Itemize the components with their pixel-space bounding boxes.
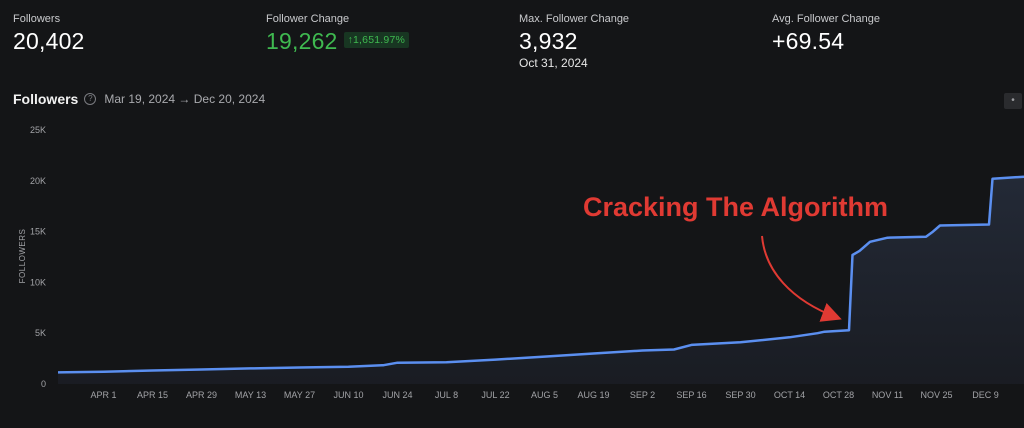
followers-chart: 0 5K 10K 15K 20K 25K APR 1 APR 15 APR 29 MAY 13 M… [18, 125, 1024, 400]
x-tick-label: NOV 25 [920, 390, 952, 400]
x-tick-label: JUN 24 [382, 390, 412, 400]
annotation-arrow [761, 235, 842, 322]
y-tick-label: 15K [30, 227, 46, 237]
x-tick-label: OCT 28 [823, 390, 854, 400]
x-tick-label: AUG 19 [577, 390, 609, 400]
x-tick-label: OCT 14 [774, 390, 805, 400]
x-tick-label: APR 29 [186, 390, 217, 400]
x-tick-label: DEC 9 [972, 390, 999, 400]
y-tick-label: 0 [41, 379, 46, 389]
y-axis-label: FOLLOWERS [18, 229, 27, 284]
x-tick-label: AUG 5 [531, 390, 558, 400]
x-tick-label: JUN 10 [333, 390, 363, 400]
x-tick-label: NOV 11 [872, 390, 903, 400]
y-tick-label: 10K [30, 277, 46, 287]
x-tick-label: SEP 16 [676, 390, 706, 400]
x-tick-label: MAY 27 [284, 390, 315, 400]
annotation-text: Cracking The Algorithm [583, 192, 888, 222]
x-tick-label: JUL 22 [481, 390, 509, 400]
x-tick-label: APR 1 [90, 390, 116, 400]
x-tick-label: JUL 8 [435, 390, 458, 400]
y-tick-label: 5K [35, 328, 46, 338]
y-tick-label: 25K [30, 125, 46, 135]
x-tick-label: APR 15 [137, 390, 168, 400]
x-tick-label: SEP 2 [630, 390, 655, 400]
y-tick-label: 20K [30, 176, 46, 186]
x-tick-label: MAY 13 [235, 390, 266, 400]
x-tick-label: SEP 30 [725, 390, 755, 400]
